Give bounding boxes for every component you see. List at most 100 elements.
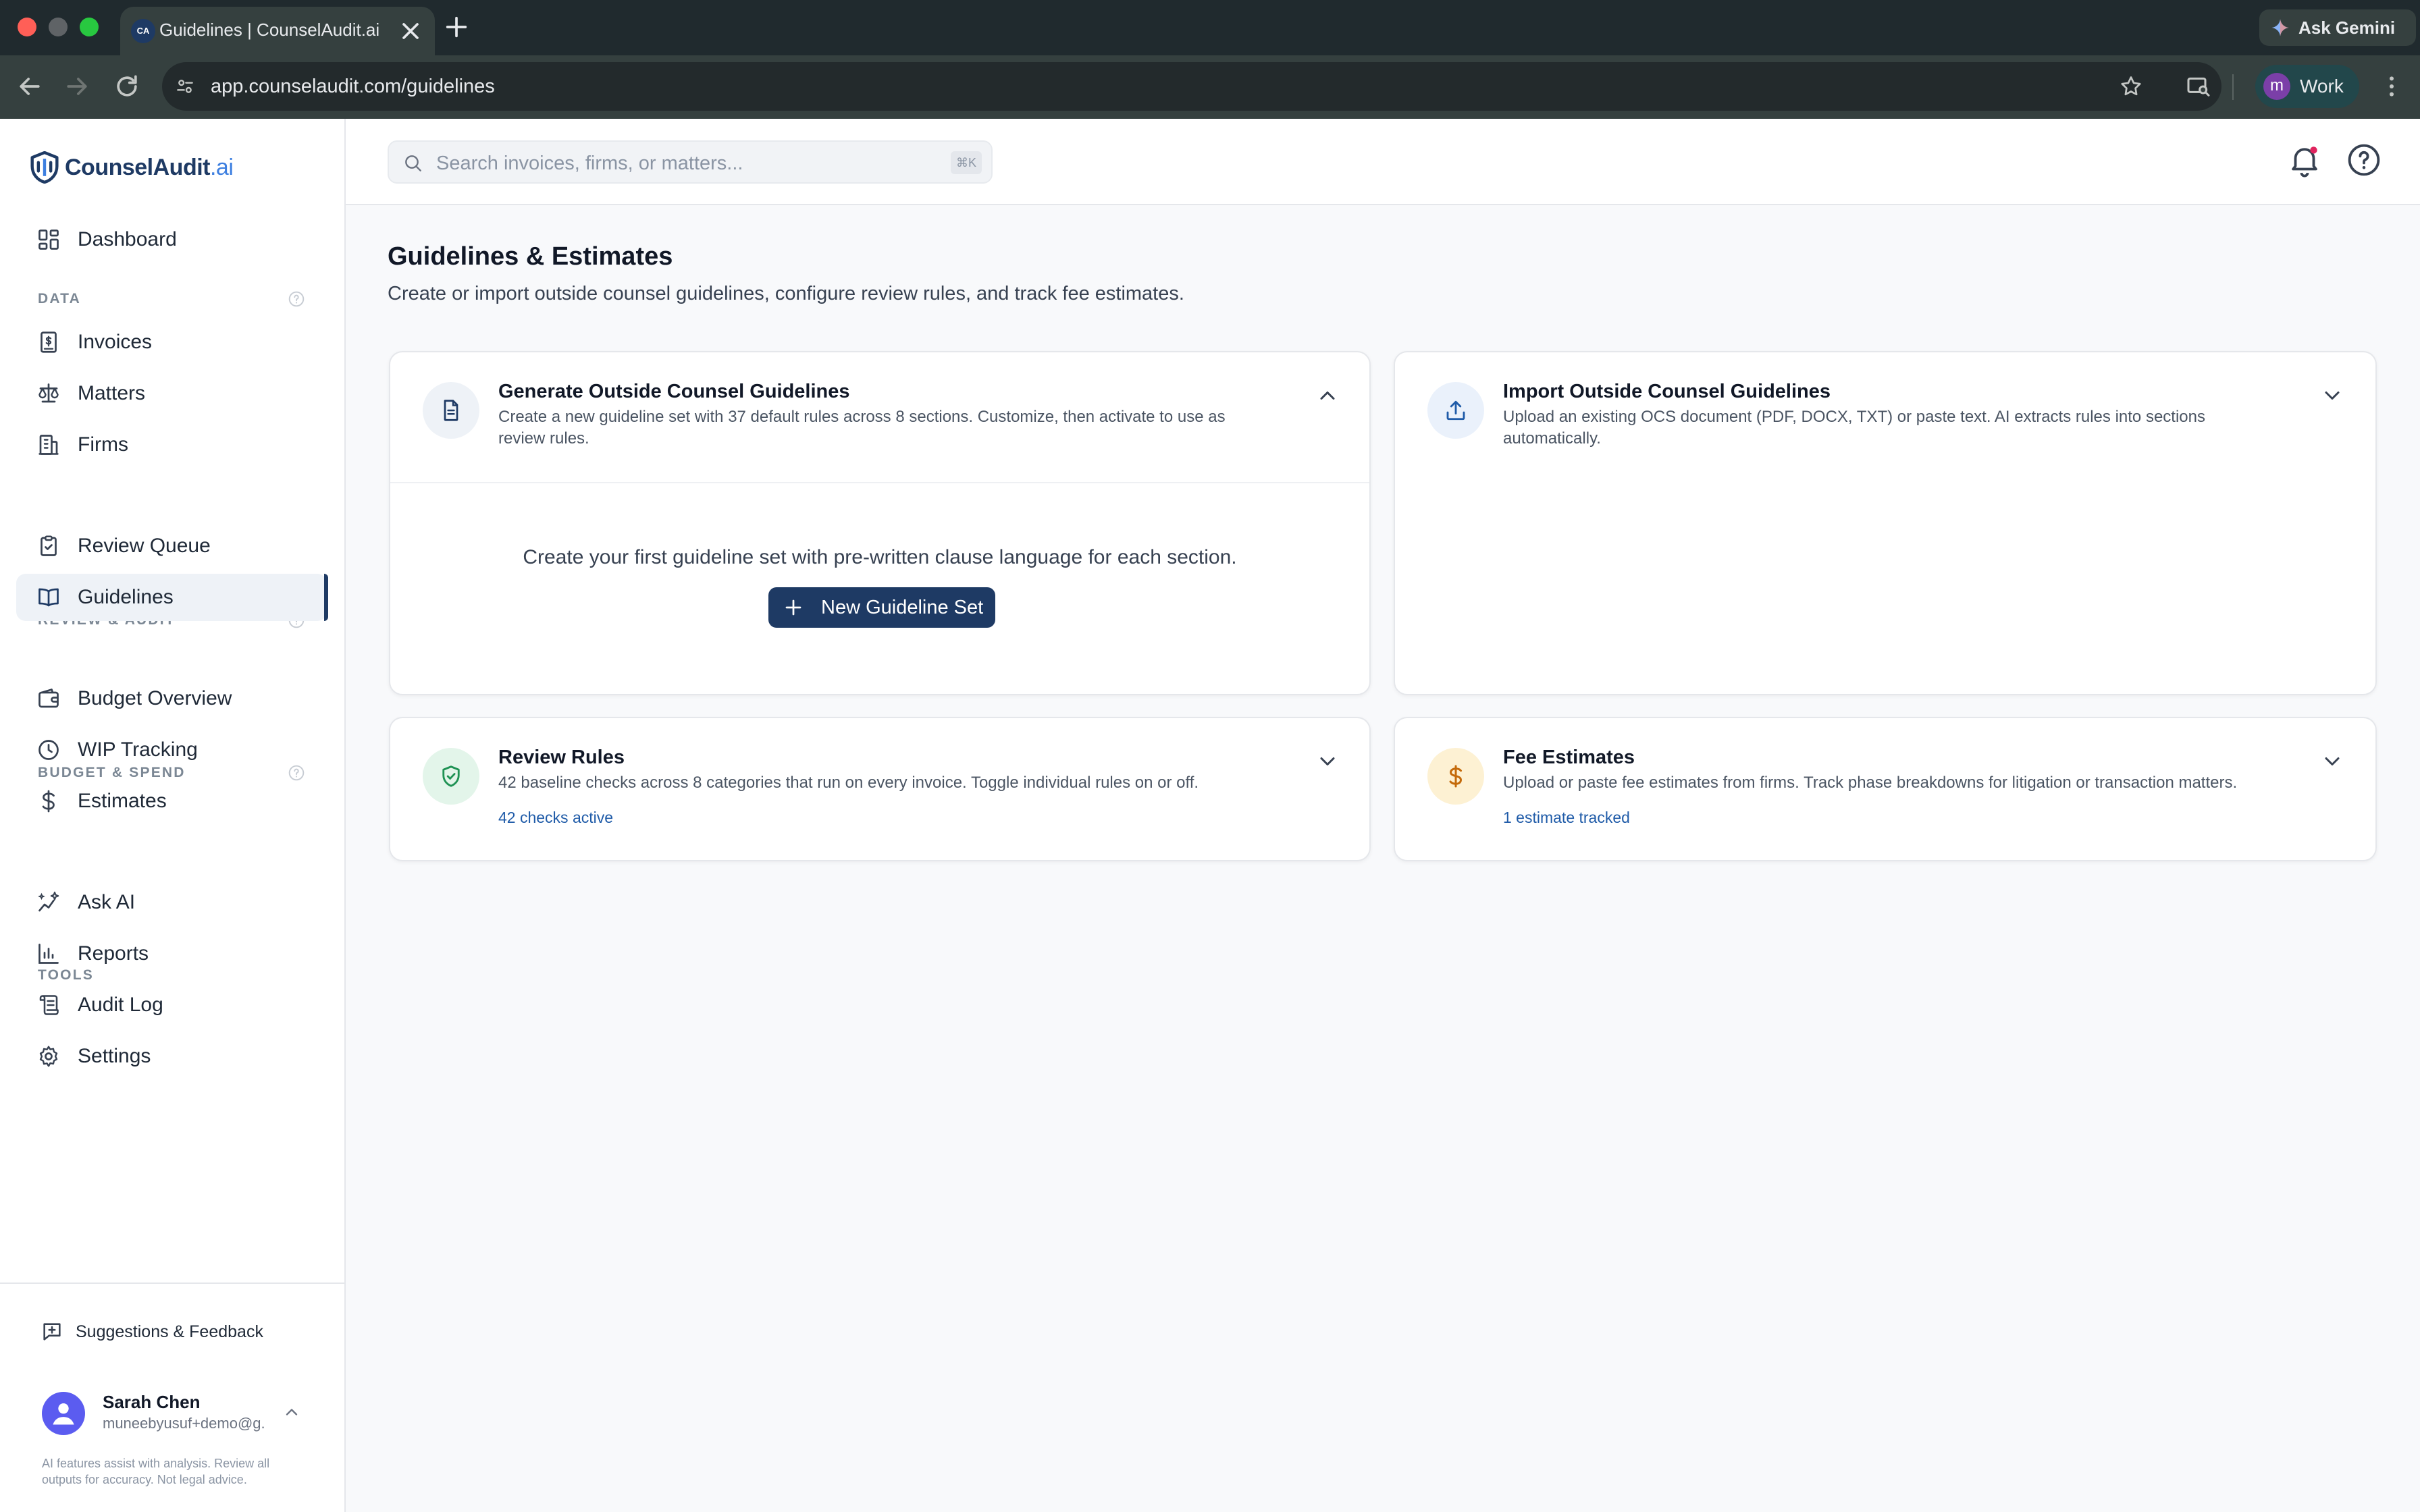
tab-favicon: CA [131, 19, 155, 43]
browser-tab-active[interactable]: CA Guidelines | CounselAudit.ai [120, 7, 435, 55]
back-arrow-icon[interactable] [15, 72, 45, 101]
sidebar-item-wip-tracking[interactable]: WIP Tracking [16, 726, 327, 774]
maximize-window-button[interactable] [80, 18, 99, 36]
fee-estimates-title: Fee Estimates [1503, 747, 1635, 768]
sidebar-item-label: Reports [78, 942, 149, 965]
review-rules-description: 42 baseline checks across 8 categories t… [498, 774, 1199, 792]
sidebar-item-audit-log[interactable]: Audit Log [16, 981, 327, 1029]
sidebar-item-matters[interactable]: Matters [16, 370, 327, 417]
feedback-label: Suggestions & Feedback [76, 1322, 263, 1341]
toolbar-divider [2232, 74, 2234, 100]
generate-desc-line-2: review rules. [498, 429, 589, 448]
fee-estimates-description: Upload or paste fee estimates from firms… [1503, 774, 2238, 792]
sidebar-item-settings[interactable]: Settings [16, 1033, 327, 1080]
chevron-down-icon[interactable] [2320, 749, 2344, 774]
review-rules-title: Review Rules [498, 747, 625, 768]
profile-avatar: m [2263, 73, 2290, 100]
sidebar-item-budget-overview[interactable]: Budget Overview [16, 675, 327, 722]
document-icon-badge [423, 382, 479, 439]
browser-profile-button[interactable]: m Work [2255, 65, 2359, 108]
global-search-input[interactable]: Search invoices, firms, or matters... ⌘K [388, 140, 993, 184]
import-card-description: Upload an existing OCS document (PDF, DO… [1503, 406, 2286, 450]
fee-estimates-tracked-link[interactable]: 1 estimate tracked [1503, 806, 1630, 829]
suggestions-feedback-button[interactable]: Suggestions & Feedback [38, 1315, 294, 1349]
sidebar-item-guidelines[interactable]: Guidelines [16, 574, 328, 621]
sidebar-item-estimates[interactable]: Estimates [16, 778, 327, 825]
ai-disclaimer: AI features assist with analysis. Review… [42, 1457, 270, 1486]
minimize-window-button[interactable] [49, 18, 68, 36]
gemini-sparkle-icon [2271, 19, 2289, 36]
clipboard-check-icon [41, 535, 57, 556]
feedback-chat-icon [43, 1323, 61, 1341]
generate-empty-state-text: Create your first guideline set with pre… [523, 546, 1237, 568]
sidebar-item-firms[interactable]: Firms [16, 421, 327, 468]
sparkle-chart-icon [38, 891, 59, 912]
brand-suffix: .ai [209, 155, 234, 180]
sidebar-item-label: Review Queue [78, 535, 211, 557]
fee-estimates-card[interactable]: Fee Estimates Upload or paste fee estima… [1394, 717, 2377, 861]
search-placeholder: Search invoices, firms, or matters... [436, 153, 743, 174]
ask-gemini-label: Ask Gemini [2298, 18, 2396, 38]
bell-icon[interactable] [2286, 142, 2323, 178]
bookmark-star-icon[interactable] [2119, 74, 2143, 99]
page-subtitle: Create or import outside counsel guideli… [388, 283, 1184, 304]
close-window-button[interactable] [18, 18, 36, 36]
wallet-icon [38, 688, 59, 708]
chevron-up-icon[interactable] [282, 1403, 301, 1422]
sidebar-item-label: Guidelines [78, 586, 174, 608]
shield-check-icon [442, 765, 460, 787]
chevron-up-icon[interactable] [1315, 383, 1340, 408]
brand-logo[interactable]: CounselAudit.ai [30, 148, 246, 186]
reload-icon[interactable] [112, 72, 142, 101]
help-circle-icon[interactable] [2346, 142, 2382, 178]
chevron-down-icon[interactable] [2320, 383, 2344, 408]
user-email: muneebyusuf+demo@g... [103, 1415, 265, 1432]
card-divider [390, 482, 1369, 483]
close-tab-icon[interactable] [397, 18, 424, 45]
user-icon [53, 1403, 74, 1425]
generate-card-title: Generate Outside Counsel Guidelines [498, 381, 850, 402]
address-bar[interactable]: app.counselaudit.com/guidelines [162, 62, 2221, 111]
brand-name: CounselAudit [65, 155, 210, 180]
sidebar: CounselAudit.ai Dashboard DATA Invoices … [0, 119, 346, 1512]
sidebar-divider [0, 1282, 344, 1284]
ask-gemini-button[interactable]: Ask Gemini [2259, 9, 2416, 46]
generate-desc-line-1: Create a new guideline set with 37 defau… [498, 408, 1226, 426]
dashboard-grid-icon [38, 230, 59, 250]
sidebar-item-review-queue[interactable]: Review Queue [16, 522, 327, 570]
open-book-icon [38, 588, 59, 607]
clock-icon [38, 740, 59, 760]
sidebar-item-dashboard[interactable]: Dashboard [16, 216, 327, 263]
sidebar-item-ask-ai[interactable]: Ask AI [16, 879, 327, 926]
import-guidelines-card: Import Outside Counsel Guidelines Upload… [1394, 351, 2377, 695]
review-rules-active-count-link[interactable]: 42 checks active [498, 806, 613, 829]
upload-icon-badge [1427, 382, 1484, 439]
import-desc-line-1: Upload an existing OCS document (PDF, DO… [1503, 408, 2205, 426]
search-shortcut-badge: ⌘K [951, 151, 982, 174]
forward-arrow-icon[interactable] [62, 72, 92, 101]
shield-icon-badge [423, 748, 479, 805]
sidebar-item-label: Invoices [78, 331, 153, 353]
gear-icon [39, 1046, 58, 1067]
user-menu[interactable]: Sarah Chen muneebyusuf+demo@g... [38, 1385, 308, 1439]
sidebar-item-label: WIP Tracking [78, 738, 198, 761]
scale-icon [38, 383, 59, 403]
tab-title: Guidelines | CounselAudit.ai [159, 20, 380, 40]
invoice-icon [41, 331, 57, 353]
review-rules-card[interactable]: Review Rules 42 baseline checks across 8… [389, 717, 1371, 861]
cast-search-icon[interactable] [2185, 73, 2212, 100]
new-guideline-set-button[interactable]: New Guideline Set [768, 587, 995, 628]
data-help-icon[interactable] [288, 290, 305, 308]
sidebar-item-reports[interactable]: Reports [16, 930, 327, 977]
user-name: Sarah Chen [103, 1392, 201, 1412]
sidebar-item-label: Estimates [78, 790, 167, 812]
chevron-down-icon[interactable] [1315, 749, 1340, 774]
generate-card-description: Create a new guideline set with 37 defau… [498, 406, 1282, 450]
new-tab-icon[interactable] [443, 14, 470, 40]
url-text: app.counselaudit.com/guidelines [211, 76, 495, 97]
sidebar-item-invoices[interactable]: Invoices [16, 319, 327, 366]
sidebar-item-label: Audit Log [78, 994, 163, 1016]
browser-menu-icon[interactable] [2378, 73, 2405, 100]
site-settings-icon[interactable] [174, 76, 196, 97]
document-icon [444, 400, 458, 421]
